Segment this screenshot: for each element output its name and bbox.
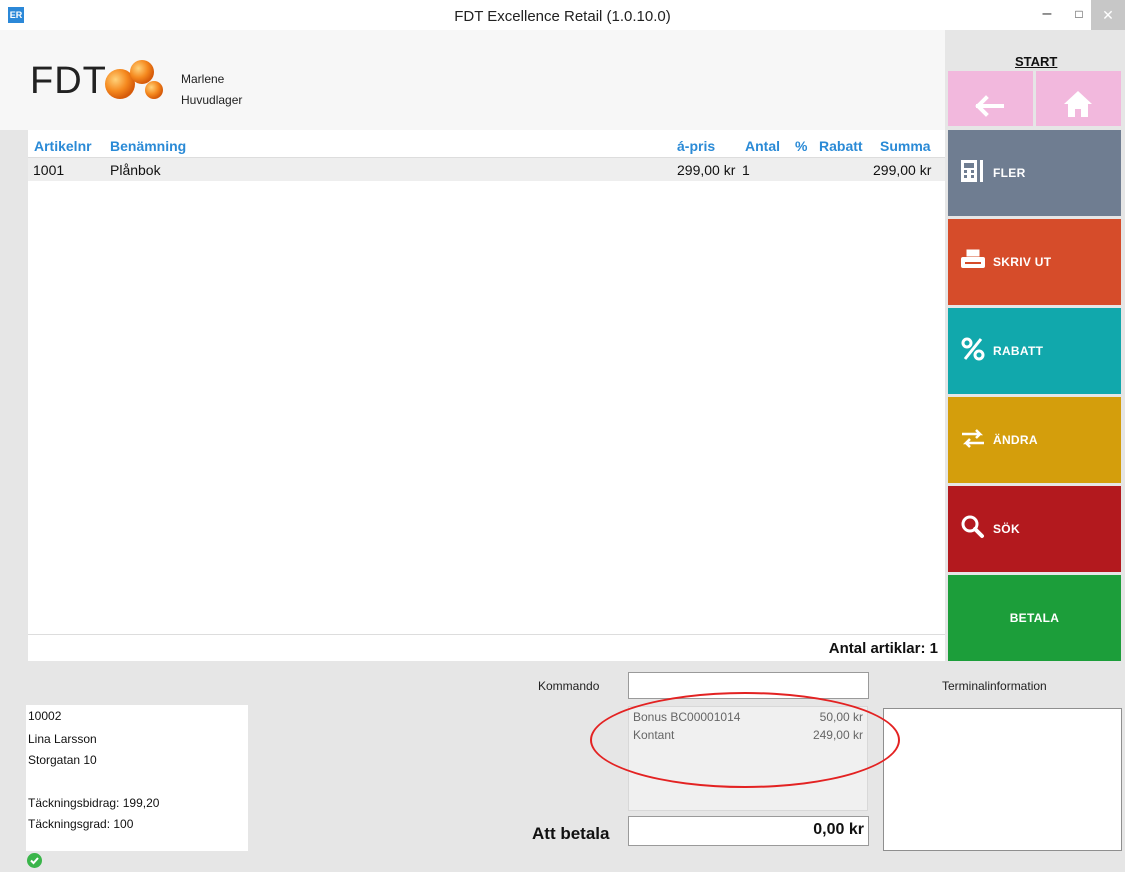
col-header-artikelnr[interactable]: Artikelnr: [34, 138, 92, 154]
rabatt-label: RABATT: [993, 344, 1044, 358]
start-link[interactable]: START: [1015, 54, 1057, 69]
col-header-summa[interactable]: Summa: [880, 138, 931, 154]
cell-apris: 299,00 kr: [677, 162, 736, 178]
swap-arrows-icon: [962, 429, 984, 448]
home-icon: [1064, 91, 1092, 117]
total-amount: 0,00 kr: [813, 821, 864, 838]
cell-summa: 299,00 kr: [873, 162, 932, 178]
customer-name: Lina Larsson: [28, 732, 97, 746]
back-button[interactable]: [948, 71, 1033, 126]
cell-benamning: Plånbok: [110, 162, 161, 178]
user-name: Marlene: [181, 72, 225, 86]
window-title: FDT Excellence Retail (1.0.10.0): [454, 8, 671, 25]
customer-id: 10002: [28, 709, 62, 723]
betala-label: BETALA: [1009, 611, 1060, 625]
skriv-ut-label: SKRIV UT: [993, 255, 1052, 269]
percent-icon: [961, 337, 985, 361]
customer-info-panel: 10002 Lina Larsson Storgatan 10 Täckning…: [26, 705, 248, 851]
customer-address: Storgatan 10: [28, 753, 97, 767]
logo-text: FDT: [30, 60, 107, 102]
tackningsgrad: Täckningsgrad: 100: [28, 817, 134, 831]
home-button[interactable]: [1036, 71, 1121, 126]
cell-artikelnr: 1001: [33, 162, 65, 178]
minimize-button[interactable]: –: [1030, 0, 1064, 30]
sok-button[interactable]: SÖK: [948, 486, 1121, 572]
andra-label: ÄNDRA: [993, 433, 1038, 447]
rabatt-button[interactable]: RABATT: [948, 308, 1121, 394]
terminal-info-box: [883, 708, 1122, 851]
title-bar: ER FDT Excellence Retail (1.0.10.0) – □ …: [0, 0, 1125, 30]
calculator-icon: [961, 160, 983, 182]
close-button[interactable]: ✕: [1091, 0, 1125, 30]
skriv-ut-button[interactable]: SKRIV UT: [948, 219, 1121, 305]
command-label: Kommando: [538, 679, 600, 693]
col-header-rabatt[interactable]: Rabatt: [819, 138, 863, 154]
logo-bubbles-icon: [105, 60, 163, 99]
col-header-antal[interactable]: Antal: [745, 138, 780, 154]
tackningsbidrag: Täckningsbidrag: 199,20: [28, 796, 160, 810]
col-header-apris[interactable]: á-pris: [677, 138, 715, 154]
cell-antal: 1: [742, 162, 750, 178]
col-header-benamning[interactable]: Benämning: [110, 138, 186, 154]
total-field: 0,00 kr: [628, 816, 869, 846]
arrow-left-icon: [975, 95, 1004, 117]
magnifier-icon: [961, 515, 984, 538]
betala-button[interactable]: BETALA: [948, 575, 1121, 661]
status-ok-icon: [27, 853, 42, 868]
sok-label: SÖK: [993, 522, 1020, 536]
total-label: Att betala: [532, 824, 610, 843]
highlight-ellipse: [590, 692, 900, 788]
printer-icon: [961, 248, 985, 268]
store-name: Huvudlager: [181, 93, 243, 107]
fler-label: FLER: [993, 166, 1026, 180]
fler-button[interactable]: FLER: [948, 130, 1121, 216]
item-count-bar: [28, 635, 945, 661]
table-row[interactable]: [28, 158, 945, 181]
col-header-procent[interactable]: %: [795, 138, 807, 154]
cart-table: [28, 130, 945, 635]
item-count: Antal artiklar: 1: [828, 640, 938, 657]
terminal-info-label: Terminalinformation: [942, 679, 1047, 693]
andra-button[interactable]: ÄNDRA: [948, 397, 1121, 483]
